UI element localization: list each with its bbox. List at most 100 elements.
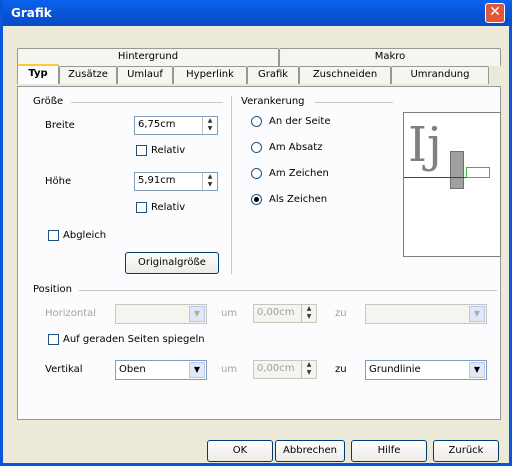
spiegeln-checkbox[interactable] — [48, 334, 59, 345]
button-label: OK — [232, 445, 248, 456]
spin-down-icon[interactable]: ▼ — [203, 125, 217, 133]
separator — [79, 290, 497, 291]
hoehe-spinner[interactable]: 5,91cm ▲ ▼ — [134, 172, 218, 191]
window-title: Grafik — [11, 6, 52, 20]
preview-frame — [466, 167, 490, 178]
preview-graphic-block — [450, 151, 464, 189]
anchor-preview: Ij — [403, 112, 501, 257]
select-value: Grundlinie — [369, 364, 421, 375]
spin-up-icon[interactable]: ▲ — [203, 173, 217, 181]
button-label: Abbrechen — [283, 445, 337, 456]
help-button[interactable]: Hilfe — [351, 440, 427, 462]
radio-label: Am Absatz — [269, 142, 323, 153]
preview-letters: Ij — [408, 117, 442, 173]
tab-label: Hyperlink — [186, 69, 234, 80]
close-icon: ✕ — [489, 4, 501, 20]
relativ-height-label: Relativ — [151, 202, 186, 213]
radio-am-zeichen[interactable] — [251, 168, 262, 179]
tab-label: Umrandung — [410, 69, 470, 80]
horizontal-label: Horizontal — [45, 308, 97, 319]
radio-label: An der Seite — [269, 116, 331, 127]
spiegeln-label: Auf geraden Seiten spiegeln — [63, 334, 205, 345]
tab-zuschneiden[interactable]: Zuschneiden — [299, 66, 391, 84]
cancel-button[interactable]: Abbrechen — [275, 440, 345, 462]
tab-label: Umlauf — [127, 69, 163, 80]
horizontal-spinner[interactable]: 0,00cm ▲ ▼ — [253, 304, 317, 323]
zu-label: zu — [335, 308, 347, 319]
spin-up-icon[interactable]: ▲ — [203, 117, 217, 125]
separator — [71, 102, 223, 103]
relativ-width-checkbox[interactable] — [136, 145, 147, 156]
preview-baseline — [404, 177, 474, 178]
spin-down-icon[interactable]: ▼ — [302, 313, 316, 321]
radio-am-absatz[interactable] — [251, 142, 262, 153]
originalgroesse-button[interactable]: Originalgröße — [125, 252, 219, 274]
spinner-arrows[interactable]: ▲ ▼ — [301, 305, 316, 322]
spinner-value: 0,00cm — [257, 363, 295, 374]
breite-label: Breite — [45, 120, 75, 131]
spinner-value: 0,00cm — [257, 307, 295, 318]
position-heading: Position — [33, 284, 72, 295]
spin-up-icon[interactable]: ▲ — [302, 361, 316, 369]
verankerung-heading: Verankerung — [241, 96, 305, 107]
tab-label: Makro — [374, 51, 406, 62]
spinner-arrows[interactable]: ▲ ▼ — [301, 361, 316, 378]
radio-an-der-seite[interactable] — [251, 116, 262, 127]
breite-value: 6,75cm — [138, 119, 176, 130]
radio-label: Am Zeichen — [269, 168, 329, 179]
tab-row-front: Typ Zusätze Umlauf Hyperlink Grafik Zusc… — [17, 64, 501, 84]
select-value: Oben — [119, 364, 146, 375]
tab-label: Typ — [28, 68, 48, 79]
radio-als-zeichen[interactable] — [251, 194, 262, 205]
abgleich-label: Abgleich — [63, 230, 107, 241]
horizontal-reference-select[interactable]: ▼ — [365, 304, 487, 324]
hoehe-label: Höhe — [45, 176, 72, 187]
tab-typ[interactable]: Typ — [17, 64, 59, 84]
chevron-down-icon[interactable]: ▼ — [189, 362, 205, 378]
tab-row-back: Hintergrund Makro — [17, 48, 501, 66]
button-label: Hilfe — [377, 445, 401, 456]
vertikal-reference-select[interactable]: Grundlinie ▼ — [365, 360, 487, 380]
spinner-arrows[interactable]: ▲ ▼ — [202, 117, 217, 134]
radio-label: Als Zeichen — [269, 194, 328, 205]
tab-hyperlink[interactable]: Hyperlink — [173, 66, 247, 84]
button-label: Zurück — [448, 445, 484, 456]
button-label: Originalgröße — [138, 257, 206, 268]
tab-label: Zusätze — [68, 69, 108, 80]
groesse-heading: Größe — [33, 96, 64, 107]
abgleich-checkbox[interactable] — [48, 230, 59, 241]
breite-spinner[interactable]: 6,75cm ▲ ▼ — [134, 116, 218, 135]
tab-umrandung[interactable]: Umrandung — [391, 66, 489, 84]
spin-up-icon[interactable]: ▲ — [302, 305, 316, 313]
vertikal-label: Vertikal — [45, 364, 83, 375]
spinner-arrows[interactable]: ▲ ▼ — [202, 173, 217, 190]
zu-label: zu — [335, 364, 347, 375]
group-divider — [231, 96, 232, 274]
vertikal-spinner[interactable]: 0,00cm ▲ ▼ — [253, 360, 317, 379]
tab-makro[interactable]: Makro — [279, 48, 501, 66]
um-label: um — [221, 364, 238, 375]
ok-button[interactable]: OK — [207, 440, 273, 462]
back-button[interactable]: Zurück — [433, 440, 499, 462]
chevron-down-icon[interactable]: ▼ — [189, 306, 205, 322]
spin-down-icon[interactable]: ▼ — [203, 181, 217, 189]
title-bar: Grafik — [3, 0, 512, 26]
tab-grafik[interactable]: Grafik — [247, 66, 299, 84]
um-label: um — [221, 308, 238, 319]
tab-label: Hintergrund — [117, 51, 179, 62]
vertikal-select[interactable]: Oben ▼ — [115, 360, 207, 380]
spin-down-icon[interactable]: ▼ — [302, 369, 316, 377]
hoehe-value: 5,91cm — [138, 175, 176, 186]
tab-label: Grafik — [257, 69, 289, 80]
tab-umlauf[interactable]: Umlauf — [117, 66, 173, 84]
separator — [315, 102, 393, 103]
dialog-window: Grafik ✕ Hintergrund Makro Typ Zusätze U… — [0, 0, 512, 466]
relativ-width-label: Relativ — [151, 145, 186, 156]
tab-zusaetze[interactable]: Zusätze — [59, 66, 117, 84]
close-button[interactable]: ✕ — [485, 3, 505, 23]
tab-label: Zuschneiden — [312, 69, 378, 80]
horizontal-select[interactable]: ▼ — [115, 304, 207, 324]
chevron-down-icon[interactable]: ▼ — [469, 306, 485, 322]
relativ-height-checkbox[interactable] — [136, 202, 147, 213]
chevron-down-icon[interactable]: ▼ — [469, 362, 485, 378]
